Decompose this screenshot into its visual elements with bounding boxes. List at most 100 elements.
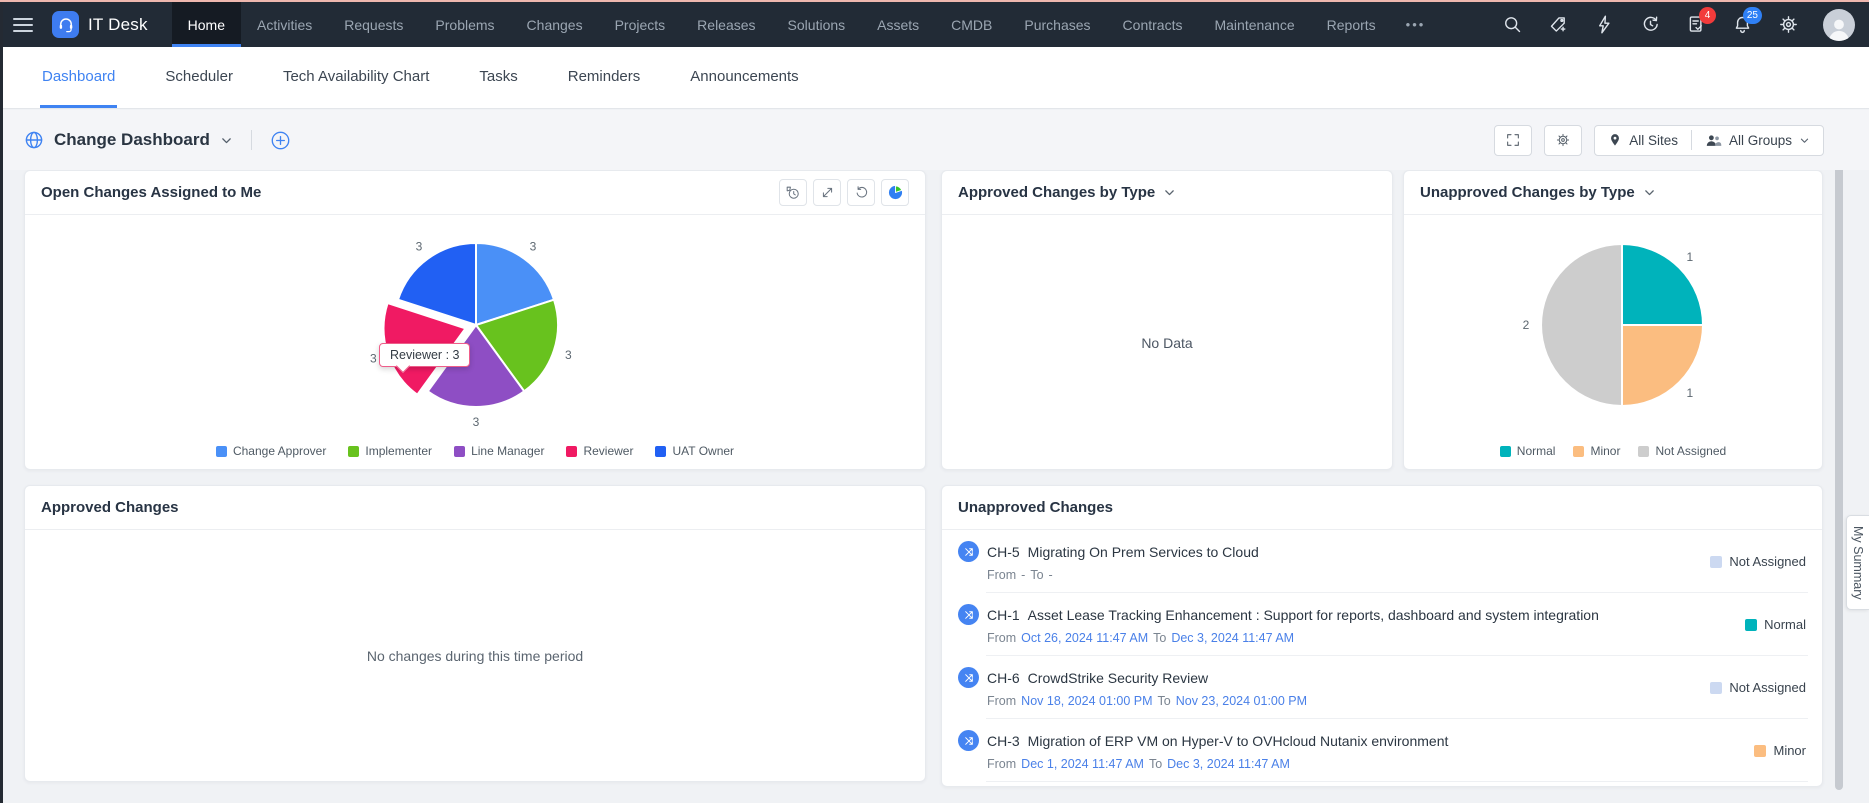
change-title[interactable]: Migrating On Prem Services to Cloud xyxy=(1028,544,1259,560)
main-nav-tab[interactable]: Home xyxy=(172,2,241,47)
refresh-icon[interactable] xyxy=(847,179,875,206)
approvals-icon[interactable]: 4 xyxy=(1685,14,1707,36)
main-nav-tab[interactable]: Changes xyxy=(511,2,599,47)
toolbar-actions: All Sites All Groups xyxy=(1494,125,1824,156)
legend-color-swatch xyxy=(454,446,465,457)
main-nav-tabs: HomeActivitiesRequestsProblemsChangesPro… xyxy=(172,2,1440,47)
legend-item[interactable]: UAT Owner xyxy=(655,444,734,458)
subnav-tab[interactable]: Reminders xyxy=(566,47,643,108)
group-filter[interactable]: All Groups xyxy=(1692,133,1823,148)
change-title[interactable]: CrowdStrike Security Review xyxy=(1028,670,1209,686)
time-filter-icon[interactable] xyxy=(779,179,807,206)
legend-item[interactable]: Minor xyxy=(1573,444,1620,458)
scope-filter-group: All Sites All Groups xyxy=(1594,125,1824,156)
dashboard-toolbar: Change Dashboard All Sites xyxy=(3,110,1869,170)
notifications-badge: 25 xyxy=(1743,7,1762,24)
main-nav-tab[interactable]: Assets xyxy=(861,2,935,47)
unapproved-by-type-pie-chart[interactable]: 112 xyxy=(1404,215,1822,470)
subnav-tab[interactable]: Dashboard xyxy=(40,47,117,108)
lightning-icon[interactable] xyxy=(1593,14,1615,36)
main-nav-tab[interactable]: Purchases xyxy=(1008,2,1106,47)
change-id[interactable]: CH-1 xyxy=(987,607,1020,623)
change-icon xyxy=(958,730,979,751)
change-list-item[interactable]: CH-6 CrowdStrike Security Review From No… xyxy=(942,656,1822,719)
main-nav-tab[interactable]: Solutions xyxy=(772,2,862,47)
svg-text:3: 3 xyxy=(416,240,423,254)
site-filter[interactable]: All Sites xyxy=(1595,132,1691,148)
window-top-edge xyxy=(0,0,1869,2)
unapproved-changes-list: CH-5 Migrating On Prem Services to Cloud… xyxy=(942,530,1822,782)
site-filter-label: All Sites xyxy=(1629,133,1678,148)
change-list-item[interactable]: CH-3 Migration of ERP VM on Hyper-V to O… xyxy=(942,719,1822,782)
legend-color-swatch xyxy=(1500,446,1511,457)
brand[interactable]: IT Desk xyxy=(46,2,172,47)
change-list-item[interactable]: CH-1 Asset Lease Tracking Enhancement : … xyxy=(942,593,1822,656)
change-id[interactable]: CH-6 xyxy=(987,670,1020,686)
chevron-down-icon[interactable] xyxy=(1163,186,1176,199)
add-dashboard-button[interactable] xyxy=(270,130,291,151)
hamburger-icon[interactable] xyxy=(0,2,46,47)
change-list-item[interactable]: CH-5 Migrating On Prem Services to Cloud… xyxy=(942,530,1822,593)
pie-chart-icon[interactable] xyxy=(881,179,909,206)
main-nav-tab[interactable]: CMDB xyxy=(935,2,1008,47)
dashboard-selector[interactable]: Change Dashboard xyxy=(24,130,291,151)
svg-text:3: 3 xyxy=(530,240,537,254)
legend-color-swatch xyxy=(216,446,227,457)
main-nav-tab[interactable]: Maintenance xyxy=(1198,2,1310,47)
main-nav-tab[interactable]: Problems xyxy=(419,2,510,47)
expand-icon[interactable] xyxy=(813,179,841,206)
legend-label: Implementer xyxy=(365,444,432,458)
legend-item[interactable]: Implementer xyxy=(348,444,432,458)
settings-icon[interactable] xyxy=(1777,14,1799,36)
legend-item[interactable]: Normal xyxy=(1500,444,1556,458)
history-icon[interactable] xyxy=(1639,14,1661,36)
legend-item[interactable]: Reviewer xyxy=(566,444,633,458)
vertical-scrollbar[interactable] xyxy=(1835,164,1843,790)
legend-label: Normal xyxy=(1517,444,1556,458)
main-nav-tab[interactable]: Projects xyxy=(599,2,682,47)
svg-text:3: 3 xyxy=(473,415,480,429)
main-nav-tab[interactable]: Activities xyxy=(241,2,328,47)
change-title[interactable]: Asset Lease Tracking Enhancement : Suppo… xyxy=(1028,607,1599,623)
card-title: Approved Changes xyxy=(41,499,179,516)
search-icon[interactable] xyxy=(1501,14,1523,36)
card-title: Open Changes Assigned to Me xyxy=(41,184,261,201)
legend-item[interactable]: Line Manager xyxy=(454,444,544,458)
change-id[interactable]: CH-5 xyxy=(987,544,1020,560)
notifications-icon[interactable]: 25 xyxy=(1731,14,1753,36)
avatar[interactable] xyxy=(1823,9,1855,41)
main-nav-tab[interactable]: Requests xyxy=(328,2,419,47)
open-changes-pie-chart[interactable]: 33333 xyxy=(25,215,927,470)
change-dates: From Nov 18, 2024 01:00 PM To Nov 23, 20… xyxy=(987,694,1307,708)
location-pin-icon xyxy=(1608,132,1622,148)
svg-text:1: 1 xyxy=(1687,386,1694,400)
main-nav-tab[interactable]: Contracts xyxy=(1107,2,1199,47)
chevron-down-icon[interactable] xyxy=(1643,186,1656,199)
change-title[interactable]: Migration of ERP VM on Hyper-V to OVHclo… xyxy=(1028,733,1449,749)
subnav-tab[interactable]: Announcements xyxy=(688,47,800,108)
subnav-tab[interactable]: Scheduler xyxy=(163,47,235,108)
change-dates: From - To - xyxy=(987,568,1259,582)
nav-more-button[interactable]: ••• xyxy=(1392,2,1440,47)
dashboard-settings-button[interactable] xyxy=(1544,125,1582,156)
status-badge: Normal xyxy=(1745,617,1806,632)
main-nav-tab[interactable]: Reports xyxy=(1311,2,1392,47)
legend-color-swatch xyxy=(1573,446,1584,457)
change-id[interactable]: CH-3 xyxy=(987,733,1020,749)
legend-color-swatch xyxy=(566,446,577,457)
card-title: Unapproved Changes xyxy=(958,499,1113,516)
subnav-tab[interactable]: Tasks xyxy=(477,47,519,108)
status-label: Not Assigned xyxy=(1729,680,1806,695)
brand-name: IT Desk xyxy=(88,15,148,35)
status-color-swatch xyxy=(1710,682,1722,694)
status-color-swatch xyxy=(1754,745,1766,757)
my-summary-tab[interactable]: My Summary xyxy=(1846,515,1869,610)
legend-item[interactable]: Not Assigned xyxy=(1638,444,1726,458)
main-nav-tab[interactable]: Releases xyxy=(681,2,771,47)
dashboard-name[interactable]: Change Dashboard xyxy=(54,130,210,150)
fullscreen-button[interactable] xyxy=(1494,125,1532,156)
subnav-tab[interactable]: Tech Availability Chart xyxy=(281,47,431,108)
quick-add-icon[interactable] xyxy=(1547,14,1569,36)
legend-item[interactable]: Change Approver xyxy=(216,444,326,458)
legend-color-swatch xyxy=(348,446,359,457)
